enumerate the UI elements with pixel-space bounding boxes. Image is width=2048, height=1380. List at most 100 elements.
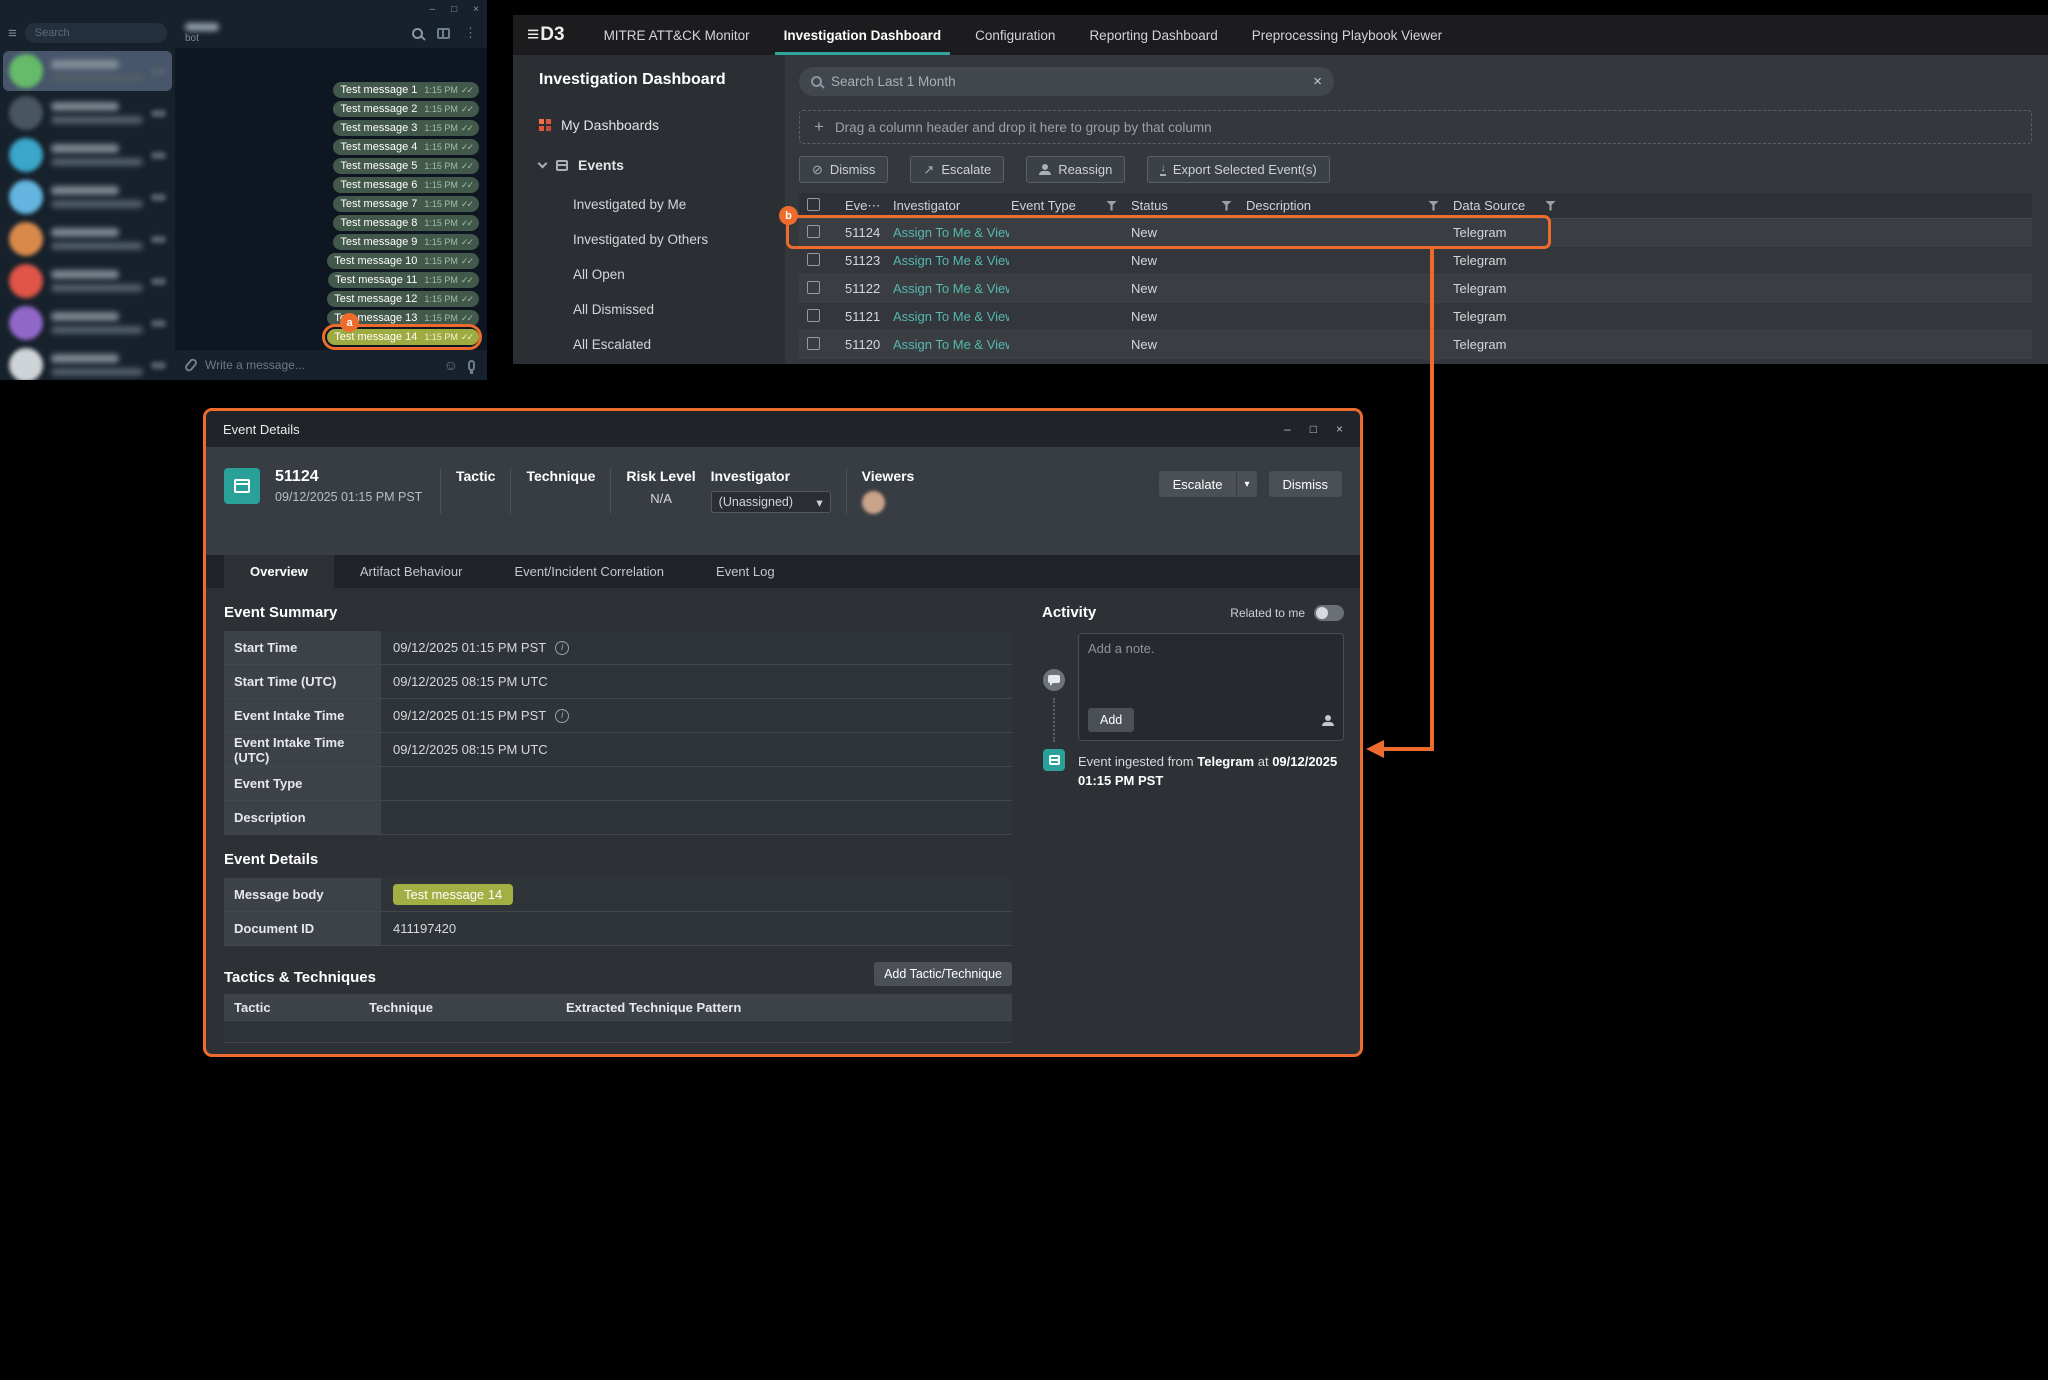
escalate-caret-button[interactable]: ▾ bbox=[1236, 471, 1256, 497]
related-to-me-toggle[interactable] bbox=[1314, 605, 1344, 621]
select-all-checkbox[interactable] bbox=[807, 198, 820, 211]
close-icon[interactable]: × bbox=[473, 4, 479, 15]
message-body-chip: Test message 14 bbox=[393, 884, 513, 905]
dismiss-button[interactable]: Dismiss bbox=[1269, 471, 1343, 497]
sidebar-item-all-escalated[interactable]: All Escalated bbox=[573, 337, 785, 352]
col-description[interactable]: Description bbox=[1244, 198, 1451, 213]
investigator-select[interactable]: (Unassigned) ▾ bbox=[711, 491, 831, 513]
message-text: Test message 8 bbox=[340, 217, 417, 229]
chat-list-item[interactable] bbox=[3, 135, 172, 175]
message-text: Test message 9 bbox=[340, 236, 417, 248]
col-event-no[interactable]: Eve⋯ bbox=[839, 198, 889, 214]
minimize-icon[interactable]: – bbox=[1284, 422, 1291, 436]
export-button[interactable]: ↓Export Selected Event(s) bbox=[1147, 156, 1329, 183]
note-input[interactable] bbox=[1088, 641, 1334, 699]
sidebar-item-investigated-by-me[interactable]: Investigated by Me bbox=[573, 197, 785, 212]
col-event-type[interactable]: Event Type bbox=[1009, 198, 1129, 213]
table-row[interactable]: 51124 Assign To Me & View New Telegram bbox=[799, 219, 2032, 247]
event-calendar-badge bbox=[224, 468, 260, 504]
emoji-icon[interactable]: ☺ bbox=[444, 357, 458, 373]
filter-icon[interactable] bbox=[1221, 201, 1232, 211]
event-details-window: Event Details – □ × 51124 09/12/2025 01:… bbox=[203, 408, 1363, 1057]
sidebar-item-all-open[interactable]: All Open bbox=[573, 267, 785, 282]
technique-label: Technique bbox=[526, 468, 595, 484]
nav-mitre-attack-monitor[interactable]: MITRE ATT&CK Monitor bbox=[587, 15, 767, 55]
table-row[interactable]: 51121 Assign To Me & View New Telegram bbox=[799, 303, 2032, 331]
status-cell: New bbox=[1129, 309, 1244, 324]
sidebar-toggle-icon[interactable] bbox=[437, 28, 450, 39]
clear-search-icon[interactable]: × bbox=[1313, 73, 1322, 90]
note-composer: Add bbox=[1078, 633, 1344, 741]
sidebar-title: Investigation Dashboard bbox=[539, 71, 785, 89]
message-input[interactable] bbox=[205, 358, 434, 372]
info-icon[interactable]: i bbox=[555, 709, 569, 723]
maximize-icon[interactable]: □ bbox=[1310, 422, 1317, 436]
add-tactic-technique-button[interactable]: Add Tactic/Technique bbox=[874, 962, 1012, 986]
chat-list-item[interactable] bbox=[3, 177, 172, 217]
menu-icon[interactable]: ≡ bbox=[8, 26, 17, 41]
filter-icon[interactable] bbox=[1106, 201, 1117, 211]
chat-list-item[interactable] bbox=[3, 345, 172, 380]
sidebar-item-events[interactable]: Events bbox=[539, 157, 785, 173]
chat-list-item[interactable] bbox=[3, 51, 172, 91]
viewers-label: Viewers bbox=[862, 468, 915, 484]
chat-list-item[interactable] bbox=[3, 219, 172, 259]
row-checkbox[interactable] bbox=[807, 225, 820, 238]
tab-overview[interactable]: Overview bbox=[224, 555, 334, 588]
escalate-button[interactable]: ↗Escalate bbox=[910, 156, 1004, 183]
event-details-titlebar: Event Details – □ × bbox=[206, 411, 1360, 447]
nav-investigation-dashboard[interactable]: Investigation Dashboard bbox=[767, 15, 959, 55]
assign-to-me-link[interactable]: Assign To Me & View bbox=[889, 309, 1009, 324]
row-checkbox[interactable] bbox=[807, 309, 820, 322]
close-icon[interactable]: × bbox=[1336, 422, 1343, 436]
add-note-button[interactable]: Add bbox=[1088, 708, 1134, 732]
kebab-menu-icon[interactable]: ⋮ bbox=[464, 25, 477, 41]
nav-configuration[interactable]: Configuration bbox=[958, 15, 1072, 55]
chat-list-item[interactable] bbox=[3, 303, 172, 343]
event-details-tabs: Overview Artifact Behaviour Event/Incide… bbox=[206, 555, 1360, 588]
col-data-source[interactable]: Data Source bbox=[1451, 198, 1568, 213]
sidebar-item-investigated-by-others[interactable]: Investigated by Others bbox=[573, 232, 785, 247]
attach-icon[interactable] bbox=[183, 357, 198, 373]
annotation-arrowhead bbox=[1366, 740, 1384, 758]
info-icon[interactable]: i bbox=[555, 641, 569, 655]
status-cell: New bbox=[1129, 337, 1244, 352]
escalate-button[interactable]: Escalate bbox=[1159, 471, 1237, 497]
chat-list-item[interactable] bbox=[3, 261, 172, 301]
row-checkbox[interactable] bbox=[807, 253, 820, 266]
message-text: Test message 10 bbox=[334, 255, 417, 267]
reassign-button[interactable]: Reassign bbox=[1026, 156, 1125, 183]
telegram-search-input[interactable] bbox=[25, 23, 167, 43]
tab-event-incident-correlation[interactable]: Event/Incident Correlation bbox=[488, 555, 690, 588]
minimize-icon[interactable]: – bbox=[430, 4, 436, 15]
search-icon[interactable] bbox=[412, 28, 423, 39]
mention-person-icon[interactable] bbox=[1322, 715, 1334, 726]
row-checkbox[interactable] bbox=[807, 281, 820, 294]
assign-to-me-link[interactable]: Assign To Me & View bbox=[889, 253, 1009, 268]
chat-list-item[interactable] bbox=[3, 93, 172, 133]
table-row[interactable]: 51120 Assign To Me & View New Telegram bbox=[799, 331, 2032, 359]
tab-event-log[interactable]: Event Log bbox=[690, 555, 801, 588]
tab-artifact-behaviour[interactable]: Artifact Behaviour bbox=[334, 555, 489, 588]
activity-source: Telegram bbox=[1197, 754, 1254, 769]
col-investigator[interactable]: Investigator bbox=[889, 198, 1009, 213]
tactic-label: Tactic bbox=[456, 468, 495, 484]
sidebar-item-my-dashboards[interactable]: My Dashboards bbox=[539, 117, 785, 133]
assign-to-me-link[interactable]: Assign To Me & View bbox=[889, 337, 1009, 352]
filter-icon[interactable] bbox=[1428, 201, 1439, 211]
nav-preprocessing-playbook-viewer[interactable]: Preprocessing Playbook Viewer bbox=[1235, 15, 1459, 55]
sidebar-item-all-dismissed[interactable]: All Dismissed bbox=[573, 302, 785, 317]
table-row[interactable]: 51122 Assign To Me & View New Telegram bbox=[799, 275, 2032, 303]
row-checkbox[interactable] bbox=[807, 337, 820, 350]
assign-to-me-link[interactable]: Assign To Me & View bbox=[889, 281, 1009, 296]
col-status[interactable]: Status bbox=[1129, 198, 1244, 213]
events-search-input[interactable] bbox=[831, 74, 1304, 89]
mic-icon[interactable] bbox=[468, 360, 475, 371]
maximize-icon[interactable]: □ bbox=[451, 4, 457, 15]
dismiss-button[interactable]: ⊘Dismiss bbox=[799, 156, 888, 183]
filter-icon[interactable] bbox=[1545, 201, 1556, 211]
assign-to-me-link[interactable]: Assign To Me & View bbox=[889, 225, 1009, 240]
group-by-dropzone[interactable]: + Drag a column header and drop it here … bbox=[799, 110, 2032, 144]
table-row[interactable]: 51123 Assign To Me & View New Telegram bbox=[799, 247, 2032, 275]
nav-reporting-dashboard[interactable]: Reporting Dashboard bbox=[1072, 15, 1234, 55]
